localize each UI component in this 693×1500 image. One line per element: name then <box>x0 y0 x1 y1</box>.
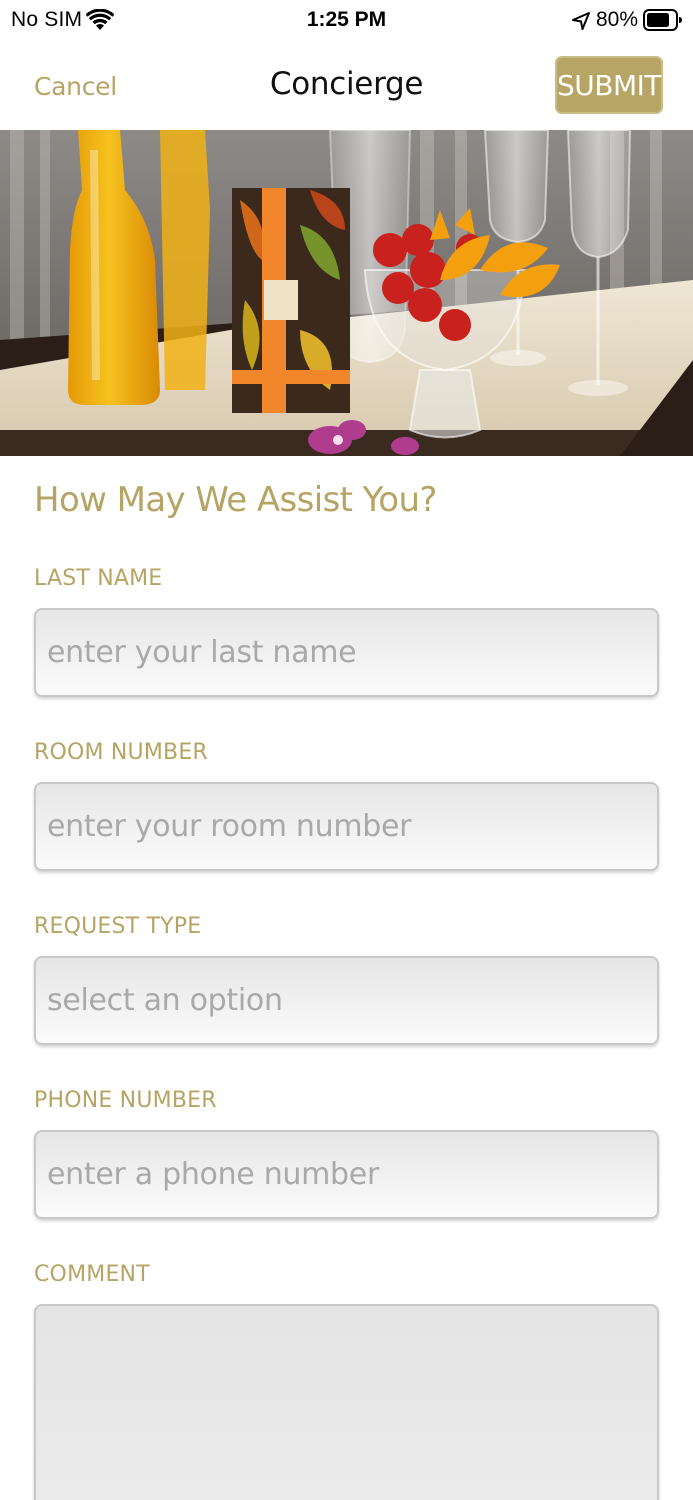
last-name-field[interactable] <box>34 608 659 697</box>
status-bar: No SIM 1:25 PM 80% <box>0 0 693 44</box>
room-number-input[interactable] <box>36 784 657 869</box>
battery-percent: 80% <box>596 8 639 31</box>
hero-image <box>0 130 693 456</box>
phone-number-label: PHONE NUMBER <box>34 1088 217 1113</box>
comment-field[interactable] <box>34 1304 659 1500</box>
phone-number-input[interactable] <box>36 1132 657 1217</box>
comment-label: COMMENT <box>34 1262 150 1287</box>
battery-icon <box>643 9 682 31</box>
request-type-placeholder: select an option <box>47 983 283 1018</box>
comment-textarea[interactable] <box>36 1306 657 1500</box>
request-type-label: REQUEST TYPE <box>34 914 202 939</box>
last-name-input[interactable] <box>36 610 657 695</box>
phone-number-field[interactable] <box>34 1130 659 1219</box>
breakfast-tray-photo <box>0 130 693 456</box>
location-arrow-icon <box>572 12 590 30</box>
room-number-field[interactable] <box>34 782 659 871</box>
navigation-bar: Cancel Concierge SUBMIT <box>0 44 693 130</box>
submit-button[interactable]: SUBMIT <box>555 56 663 114</box>
request-type-select[interactable]: select an option <box>34 956 659 1045</box>
room-number-label: ROOM NUMBER <box>34 740 208 765</box>
last-name-label: LAST NAME <box>34 566 163 591</box>
concierge-screen: No SIM 1:25 PM 80% Cancel Concierge SUBM… <box>0 0 693 1500</box>
form-heading: How May We Assist You? <box>34 480 437 520</box>
